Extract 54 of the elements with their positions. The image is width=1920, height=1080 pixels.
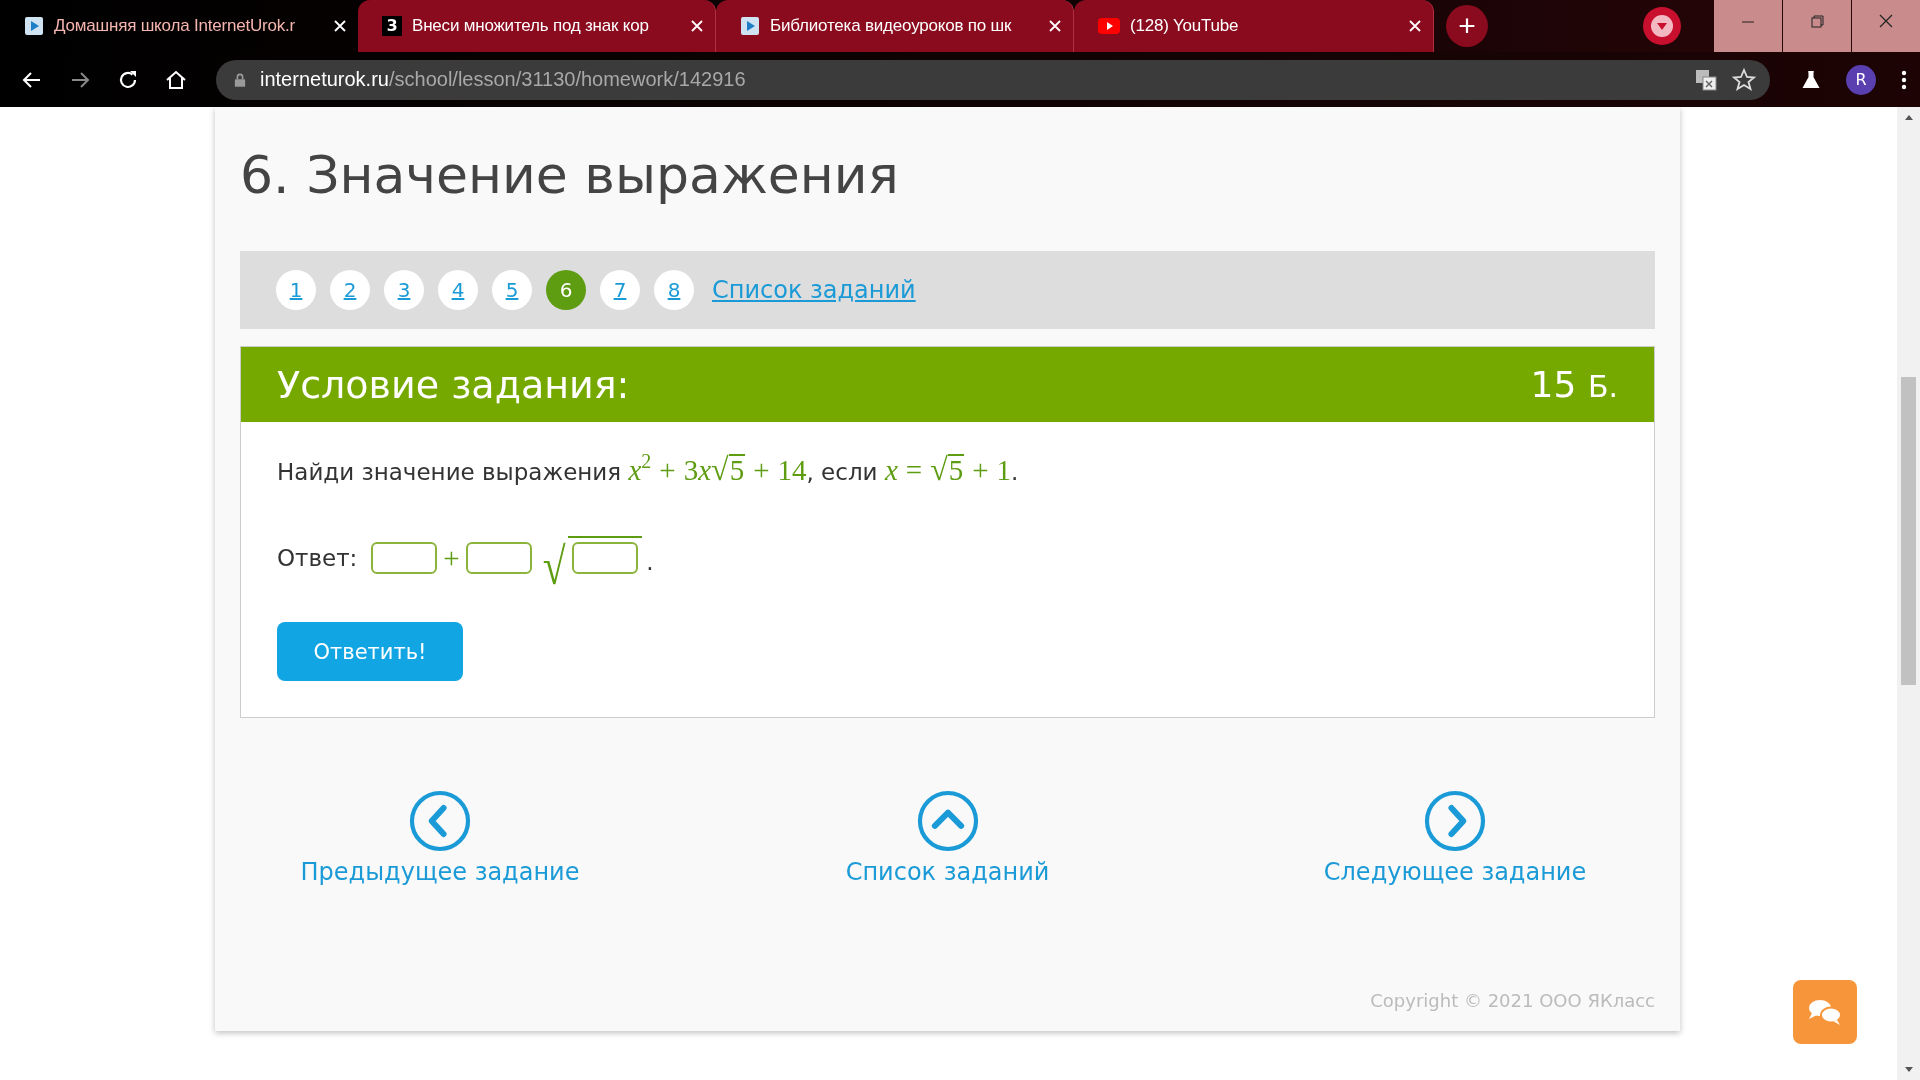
task-number-link[interactable]: 5 [492,270,532,310]
task-number-link[interactable]: 6 [546,270,586,310]
nav-link[interactable]: Список заданий [845,858,1050,886]
browser-tab[interactable]: Домашняя школа InternetUrok.r [0,0,358,52]
dropdown-icon[interactable] [1642,6,1682,46]
translate-icon[interactable] [1694,67,1718,92]
new-tab-button[interactable]: + [1446,5,1488,47]
task-number-link[interactable]: 1 [276,270,316,310]
period-text: . [646,549,654,575]
lock-icon[interactable] [234,72,246,87]
address-bar[interactable]: interneturok.ru/school/lesson/31130/homework/142916 [216,59,1770,100]
task-number-link[interactable]: 3 [384,270,424,310]
play-icon[interactable] [1098,18,1120,34]
nav-link[interactable]: Предыдущее задание [300,858,580,886]
nav-link[interactable]: Следующее задание [1323,858,1587,886]
answer-field[interactable] [572,542,639,574]
page-title: 6. Значение выражения [240,144,900,207]
browser-tab[interactable]: Библиотека видеоуроков по шк [716,0,1074,52]
url-text: interneturok.ru/school/lesson/31130/homework/142916 [260,68,746,91]
task-number-link[interactable]: 7 [600,270,640,310]
radical-sign: √ [542,541,566,593]
tab-title: Внеси множитель под знак кор [412,16,650,36]
task-text: Найди значение выражения x$^{2}$ + 3x√5 + 14, если x = √5 + 1. [277,450,1020,489]
close-icon[interactable] [334,20,346,32]
answer-field[interactable] [371,542,438,574]
browser-tab[interactable]: З Внеси множитель под знак кор [358,0,716,52]
video-icon[interactable] [24,16,44,36]
close-icon[interactable] [1049,20,1061,32]
answer-field[interactable] [465,542,532,574]
close-icon[interactable] [691,20,703,32]
task-number-link[interactable]: 4 [438,270,478,310]
close-icon[interactable] [1409,20,1421,32]
task-number-link[interactable]: 2 [330,270,370,310]
scroll-up-icon[interactable] [1903,113,1914,123]
star-icon[interactable] [1732,67,1756,92]
answer-label: Ответ: [277,545,358,571]
tab-title: Домашняя школа InternetUrok.r [54,16,297,36]
submit-button[interactable]: Ответить! [277,622,463,681]
points-text: 15 Б. [1530,364,1618,405]
plus-sign: + [443,541,460,575]
scrollbar-thumb[interactable] [1901,377,1916,685]
flask-icon[interactable] [1800,68,1822,91]
scrollbar[interactable] [1897,107,1920,1080]
profile-avatar[interactable]: R [1846,64,1876,95]
video-icon[interactable] [740,16,760,36]
task-list-link[interactable]: Список заданий [712,276,916,304]
tab-title: Библиотека видеоуроков по шк [770,16,1013,36]
logo-icon: З [382,16,402,36]
task-number-link[interactable]: 8 [654,270,694,310]
condition-heading: Условие задания: [277,362,630,407]
browser-tab[interactable]: (128) YouTube [1074,0,1434,52]
copyright-text: Copyright © 2021 ООО ЯКласс [1369,990,1655,1011]
scroll-down-icon[interactable] [1903,1064,1914,1074]
tab-title: (128) YouTube [1130,16,1240,36]
